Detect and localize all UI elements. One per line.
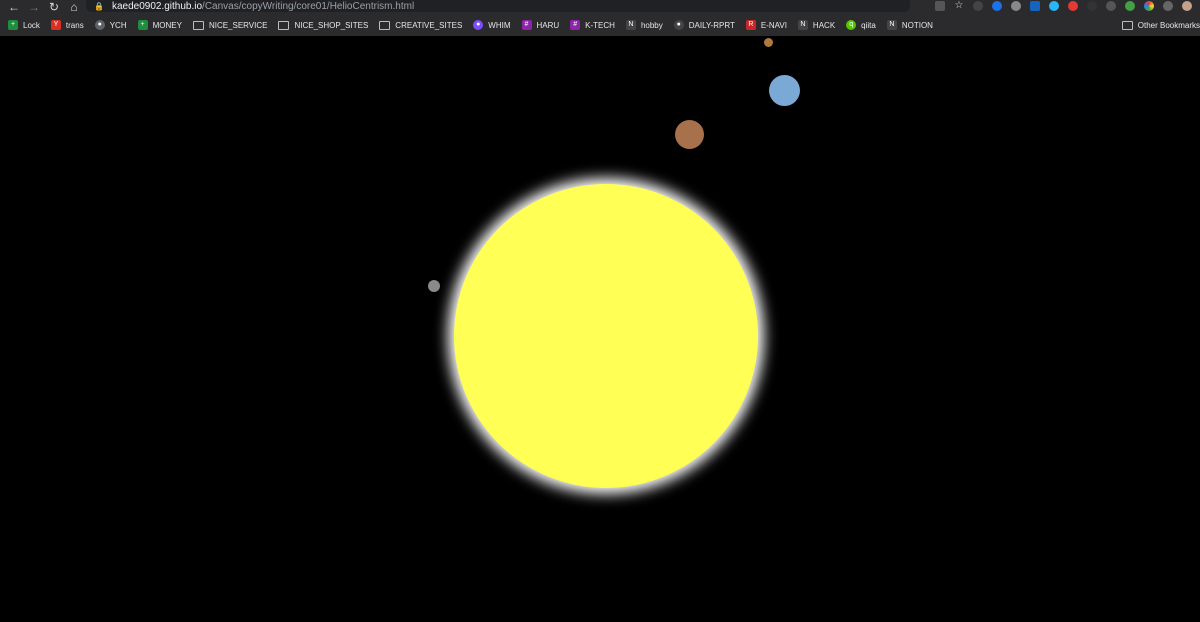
other-bookmarks[interactable]: Other Bookmarks bbox=[1121, 18, 1200, 32]
bookmark-label: E-NAVI bbox=[760, 20, 787, 30]
lock-icon: 🔒 bbox=[94, 1, 104, 11]
r-icon: R bbox=[745, 20, 756, 30]
bookmark-label: qiita bbox=[861, 20, 876, 30]
bookmark-label: Lock bbox=[23, 20, 40, 30]
bookmark-ych[interactable]: ● YCH bbox=[94, 18, 127, 32]
folder-icon bbox=[1121, 20, 1133, 30]
home-button[interactable]: ⌂ bbox=[64, 0, 84, 14]
bookmark-money[interactable]: + MONEY bbox=[137, 18, 182, 32]
bookmark-label: CREATIVE_SITES bbox=[395, 20, 463, 30]
extension-icon[interactable] bbox=[1125, 1, 1135, 11]
other-bookmarks-label: Other Bookmarks bbox=[1137, 20, 1200, 30]
avatar[interactable] bbox=[1182, 1, 1192, 11]
notion-icon: N bbox=[625, 20, 636, 30]
bookmark-label: DAILY-RPRT bbox=[688, 20, 735, 30]
reload-icon: ↻ bbox=[48, 0, 60, 14]
github-icon: ● bbox=[673, 20, 684, 30]
sheet-icon: + bbox=[8, 20, 18, 30]
address-bar[interactable]: 🔒 kaede0902.github.io /Canvas/copyWritin… bbox=[86, 0, 910, 12]
puzzle-icon[interactable] bbox=[1163, 1, 1173, 11]
planet-earth bbox=[769, 75, 800, 106]
folder-icon bbox=[278, 20, 290, 30]
bookmark-label: HACK bbox=[812, 20, 836, 30]
bookmark-label: YCH bbox=[109, 20, 127, 30]
bookmark-label: NOTION bbox=[901, 20, 933, 30]
extension-icon[interactable] bbox=[1144, 1, 1154, 11]
bookmark-label: NICE_SERVICE bbox=[208, 20, 268, 30]
bookmark-label: HARU bbox=[536, 20, 560, 30]
notion-icon: N bbox=[797, 20, 808, 30]
extension-icon[interactable] bbox=[992, 1, 1002, 11]
extension-icon[interactable] bbox=[1049, 1, 1059, 11]
planet-mercury bbox=[428, 280, 440, 292]
bookmark-hobby[interactable]: Nhobby bbox=[625, 18, 663, 32]
bookmark-hack[interactable]: N HACK bbox=[797, 18, 836, 32]
globe-icon: ● bbox=[94, 20, 105, 30]
planet-venus bbox=[764, 38, 773, 47]
extension-icons: ☆ bbox=[935, 0, 1192, 12]
bookmark-haru[interactable]: # HARU bbox=[521, 18, 560, 32]
bookmark-label: trans bbox=[65, 20, 84, 30]
bookmark-e-navi[interactable]: R E-NAVI bbox=[745, 18, 787, 32]
bookmark-nice-shop-sites[interactable]: NICE_SHOP_SITES bbox=[278, 18, 368, 32]
browser-toolbar: ← → ↻ ⌂ 🔒 kaede0902.github.io /Canvas/co… bbox=[0, 0, 1200, 14]
star-icon[interactable]: ☆ bbox=[954, 1, 964, 11]
extension-icon[interactable] bbox=[973, 1, 983, 11]
bookmark-whim[interactable]: ● WHIM bbox=[473, 18, 511, 32]
sun bbox=[454, 184, 758, 488]
circle-icon: ● bbox=[473, 20, 484, 30]
bookmark-creative-sites[interactable]: CREATIVE_SITES bbox=[379, 18, 462, 32]
forward-button[interactable]: → bbox=[24, 0, 44, 14]
bookmarks-bar: + Lock Ytrans ● YCH + MONEY NICE_SERVICE NICE_SH… bbox=[0, 17, 1200, 33]
sheet-icon: + bbox=[137, 20, 148, 30]
extension-icon[interactable] bbox=[1030, 1, 1040, 11]
bookmark-notion[interactable]: N NOTION bbox=[886, 18, 933, 32]
cast-icon[interactable] bbox=[935, 1, 945, 11]
bookmark-qiita[interactable]: q qiita bbox=[846, 18, 876, 32]
qiita-icon: q bbox=[846, 20, 857, 30]
bookmark-k-tech[interactable]: # K-TECH bbox=[570, 18, 615, 32]
extension-icon[interactable] bbox=[1068, 1, 1078, 11]
bookmark-lock[interactable]: + Lock bbox=[8, 18, 40, 32]
back-button[interactable]: ← bbox=[4, 0, 24, 14]
bookmark-label: WHIM bbox=[488, 20, 511, 30]
bookmark-nice-service[interactable]: NICE_SERVICE bbox=[192, 18, 268, 32]
notion-icon: N bbox=[886, 20, 897, 30]
extension-icon[interactable] bbox=[1087, 1, 1097, 11]
url-host: kaede0902.github.io bbox=[111, 0, 203, 12]
bookmark-daily-rprt[interactable]: ● DAILY-RPRT bbox=[673, 18, 735, 32]
extension-icon[interactable] bbox=[1106, 1, 1116, 11]
arrow-left-icon: ← bbox=[8, 0, 20, 14]
solar-system-canvas bbox=[0, 36, 1200, 622]
bookmark-trans[interactable]: Ytrans bbox=[50, 18, 84, 32]
url-path: /Canvas/copyWriting/core01/HelioCentrism… bbox=[202, 0, 415, 12]
arrow-right-icon: → bbox=[28, 0, 40, 14]
reload-button[interactable]: ↻ bbox=[44, 0, 64, 14]
extension-icon[interactable] bbox=[1011, 1, 1021, 11]
folder-icon bbox=[192, 20, 204, 30]
bookmark-label: NICE_SHOP_SITES bbox=[294, 20, 369, 30]
bookmark-label: MONEY bbox=[152, 20, 182, 30]
slack-icon: # bbox=[570, 20, 581, 30]
home-icon: ⌂ bbox=[70, 0, 78, 14]
browser-chrome: ← → ↻ ⌂ 🔒 kaede0902.github.io /Canvas/co… bbox=[0, 0, 1200, 36]
folder-icon bbox=[379, 20, 391, 30]
planet-mars bbox=[675, 120, 704, 149]
bookmark-label: hobby bbox=[640, 20, 663, 30]
translate-icon: Y bbox=[50, 20, 61, 30]
slack-icon: # bbox=[521, 20, 532, 30]
bookmark-label: K-TECH bbox=[585, 20, 615, 30]
